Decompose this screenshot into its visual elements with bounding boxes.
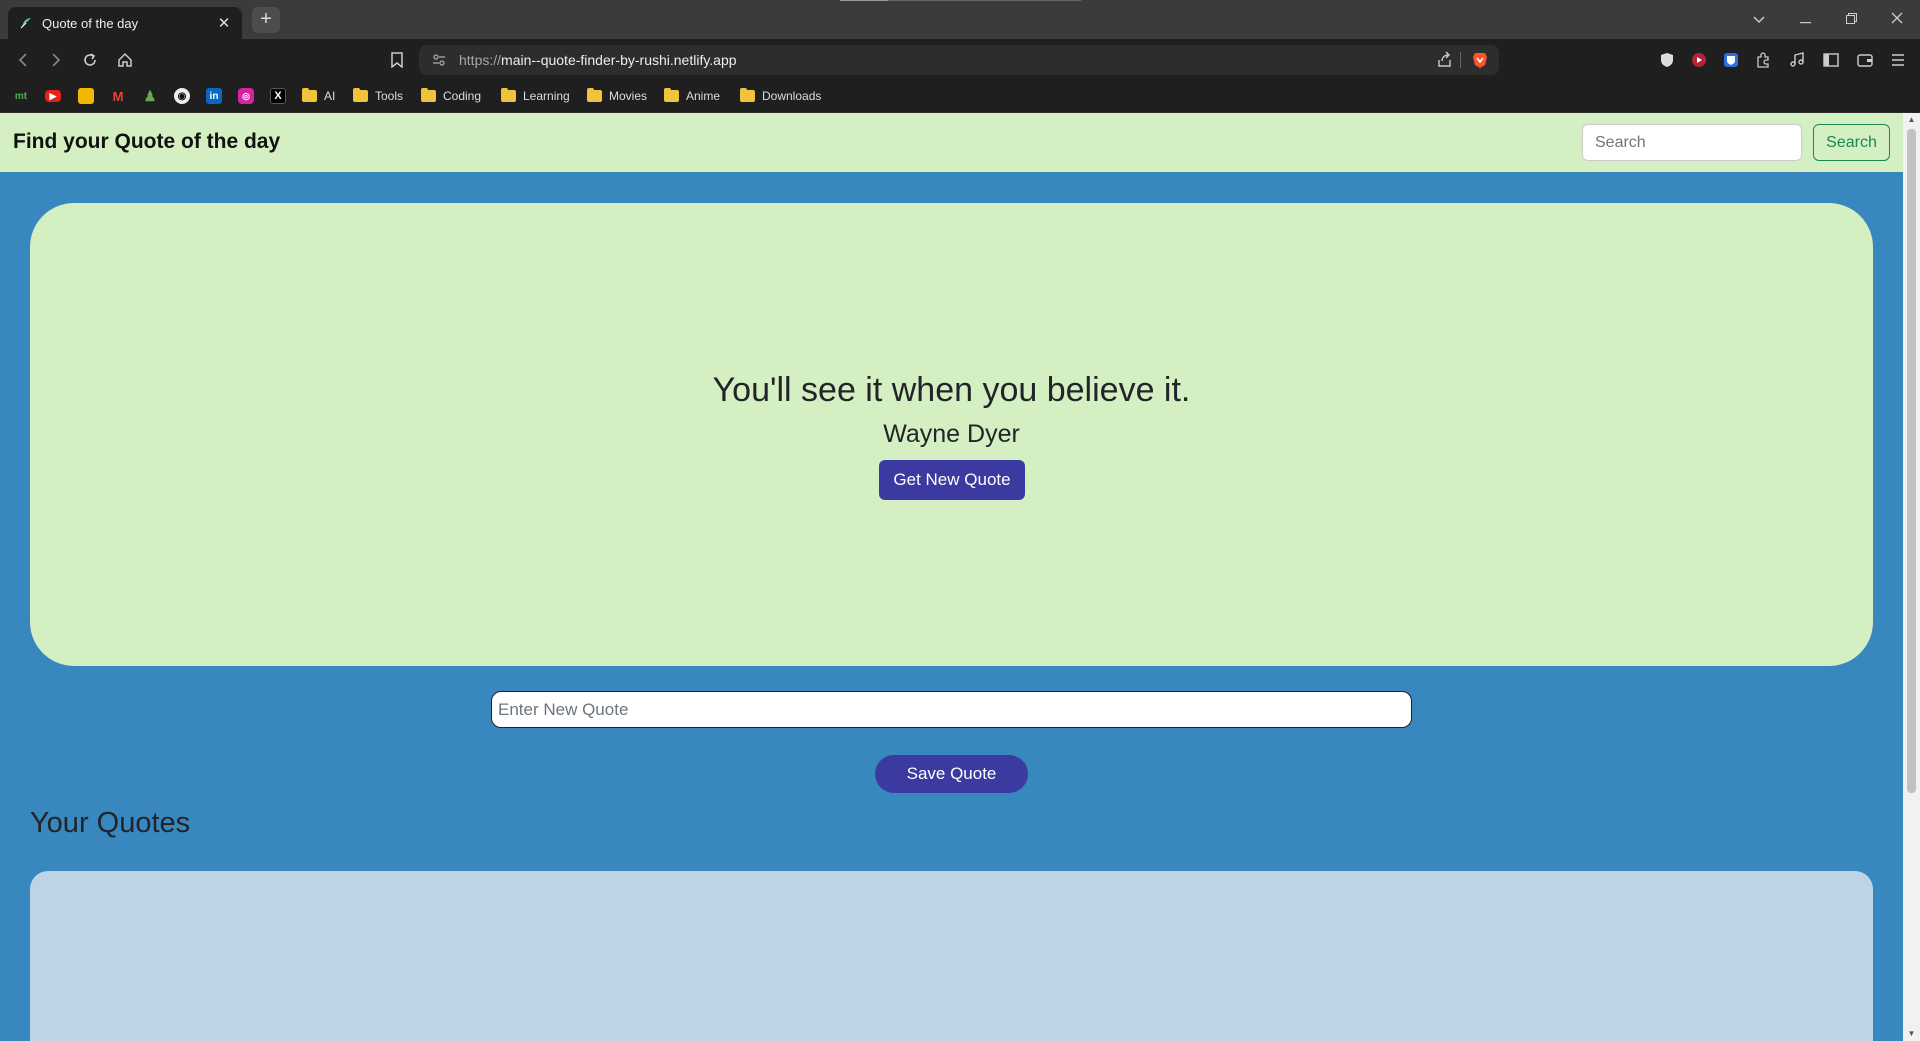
folder-icon — [740, 88, 755, 102]
bookmark-label: Downloads — [762, 89, 822, 103]
close-tab-icon[interactable]: ✕ — [216, 14, 232, 32]
x-icon: X — [270, 88, 286, 104]
feather-icon — [18, 15, 34, 31]
bookmark-folder-tools[interactable]: Tools — [353, 86, 403, 106]
bookmark-linkedin[interactable]: in — [206, 86, 222, 106]
reload-icon[interactable] — [77, 47, 103, 73]
folder-icon — [587, 88, 602, 102]
url-host: main--quote-finder-by-rushi.netlify.app — [501, 52, 737, 68]
minimize-icon[interactable] — [1791, 6, 1819, 32]
linkedin-icon: in — [206, 88, 222, 104]
address-bar[interactable]: https://main--quote-finder-by-rushi.netl… — [419, 45, 1499, 75]
bookmark-folder-downloads[interactable]: Downloads — [740, 86, 821, 106]
bookmark-chess[interactable]: ♟ — [142, 86, 158, 106]
close-window-icon[interactable] — [1883, 6, 1911, 32]
site-brand[interactable]: Find your Quote of the day — [13, 130, 280, 154]
home-icon[interactable] — [112, 47, 138, 73]
bookmark-label: Coding — [443, 89, 482, 103]
restore-icon[interactable] — [1837, 6, 1865, 32]
bitwarden-extension-icon[interactable] — [1718, 47, 1744, 73]
sidebar-icon[interactable] — [1818, 47, 1844, 73]
bookmark-gmail[interactable]: M — [110, 86, 126, 106]
tab-strip-indicator-2 — [888, 0, 1081, 1]
get-new-quote-button[interactable]: Get New Quote — [879, 460, 1025, 500]
scroll-up-arrow-icon[interactable]: ▲ — [1903, 113, 1920, 127]
share-icon[interactable] — [1436, 51, 1453, 71]
site-settings-icon[interactable] — [431, 52, 447, 71]
bookmark-folder-ai[interactable]: AI — [302, 86, 335, 106]
your-quotes-heading: Your Quotes — [30, 807, 191, 839]
page-scrollbar[interactable]: ▲ ▼ — [1903, 113, 1920, 1041]
bookmark-github[interactable]: ◉ — [174, 86, 190, 106]
bookmarks-bar: mt ▶ M ♟ ◉ in ◎ X AI Tools Coding Learni… — [0, 80, 1920, 113]
instagram-icon: ◎ — [238, 88, 254, 104]
wallet-icon[interactable] — [1852, 47, 1878, 73]
search-input[interactable] — [1582, 124, 1802, 161]
quote-card: You'll see it when you believe it. Wayne… — [30, 203, 1873, 666]
forward-icon[interactable] — [43, 47, 69, 73]
bookmark-youtube[interactable]: ▶ — [45, 86, 61, 106]
bookmark-folder-movies[interactable]: Movies — [587, 86, 647, 106]
bookmark-label: AI — [324, 89, 336, 103]
github-icon: ◉ — [174, 88, 190, 104]
tab-title: Quote of the day — [42, 15, 139, 31]
bookmark-label: Anime — [686, 89, 721, 103]
quote-author: Wayne Dyer — [883, 420, 1020, 448]
tab-quote-of-the-day[interactable]: Quote of the day ✕ — [8, 7, 242, 39]
tab-strip-indicator — [840, 0, 888, 1]
save-quote-button[interactable]: Save Quote — [875, 755, 1028, 793]
bookmark-label: Learning — [523, 89, 570, 103]
browser-toolbar: https://main--quote-finder-by-rushi.netl… — [0, 39, 1920, 80]
saved-quotes-panel — [30, 871, 1873, 1041]
bookmark-instagram[interactable]: ◎ — [238, 86, 254, 106]
bookmark-mt[interactable]: mt — [13, 86, 29, 106]
bookmark-keep[interactable] — [78, 86, 94, 106]
site-header: Find your Quote of the day Search — [0, 113, 1903, 172]
mt-icon: mt — [14, 90, 28, 102]
bookmark-label: Tools — [375, 89, 404, 103]
chess-icon: ♟ — [143, 87, 157, 104]
scroll-down-arrow-icon[interactable]: ▼ — [1903, 1027, 1920, 1041]
bookmark-folder-anime[interactable]: Anime — [664, 86, 720, 106]
menu-icon[interactable] — [1885, 47, 1911, 73]
keep-icon — [78, 88, 94, 104]
quote-text: You'll see it when you believe it. — [712, 371, 1191, 409]
page-content: Find your Quote of the day Search You'll… — [0, 113, 1903, 1041]
folder-icon — [302, 88, 317, 102]
folder-icon — [421, 88, 436, 102]
folder-icon — [353, 88, 368, 102]
bookmark-label: Movies — [609, 89, 648, 103]
search-button[interactable]: Search — [1813, 124, 1890, 161]
bookmark-folder-coding[interactable]: Coding — [421, 86, 481, 106]
folder-icon — [664, 88, 679, 102]
url-protocol: https:// — [459, 52, 502, 68]
extensions-icon[interactable] — [1750, 47, 1776, 73]
brave-shields-icon[interactable] — [1471, 51, 1489, 69]
bookmark-x[interactable]: X — [270, 86, 286, 106]
shield-extension-icon[interactable] — [1654, 47, 1680, 73]
youtube-icon: ▶ — [45, 90, 61, 102]
new-quote-input[interactable] — [491, 691, 1412, 728]
bookmark-icon[interactable] — [384, 47, 410, 73]
tab-search-chevron-icon[interactable] — [1745, 6, 1773, 32]
back-icon[interactable] — [10, 47, 36, 73]
bookmark-folder-learning[interactable]: Learning — [501, 86, 570, 106]
scrollbar-thumb[interactable] — [1907, 129, 1916, 793]
record-extension-icon[interactable] — [1686, 47, 1712, 73]
browser-tab-strip: Quote of the day ✕ + — [0, 0, 1920, 39]
folder-icon — [501, 88, 516, 102]
url-separator — [1460, 52, 1461, 68]
new-tab-button[interactable]: + — [252, 7, 280, 33]
media-icon[interactable] — [1784, 47, 1810, 73]
gmail-icon: M — [112, 88, 124, 104]
